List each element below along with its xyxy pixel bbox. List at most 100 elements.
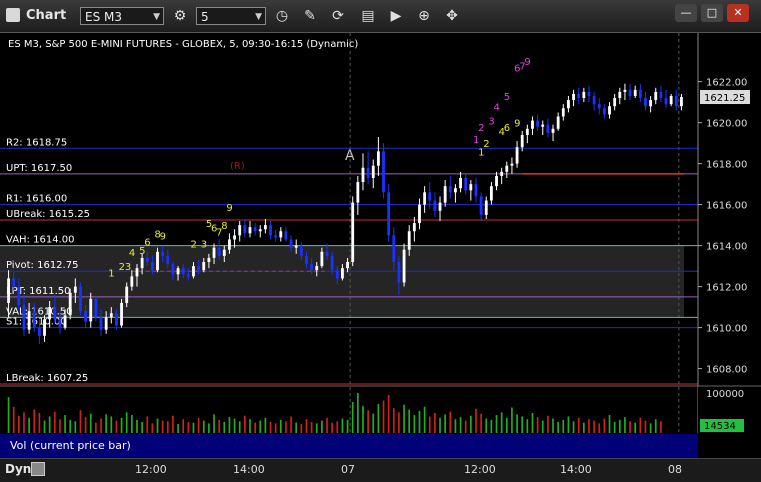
level-label-pivot: Pivot: 1612.75 (6, 260, 78, 271)
study-icon[interactable]: ▤ (358, 6, 378, 26)
y-tick-label: 1620.00 (706, 119, 747, 130)
y-tick-label: 1614.00 (706, 242, 747, 253)
candle-body (335, 270, 339, 279)
candle-body (202, 262, 206, 271)
annotation-r: (R) (230, 161, 245, 172)
candle-body (592, 95, 596, 105)
candle-body (674, 95, 678, 107)
tpo-marker: 3 (201, 240, 207, 251)
candle-body (428, 192, 432, 201)
candle-body (659, 91, 663, 99)
symbol-select[interactable]: ES M3 ▼ (80, 7, 164, 25)
candle-body (156, 251, 159, 271)
candle-body (228, 239, 231, 250)
candle-body (140, 257, 144, 269)
candle-body (84, 311, 88, 322)
candle-body (556, 116, 560, 129)
candle-body (130, 276, 134, 287)
candle-body (510, 163, 514, 166)
candle-body (464, 177, 468, 191)
gear-icon[interactable]: ⚙ (170, 6, 190, 26)
dyn-label: Dyn (5, 462, 32, 476)
candle-body (433, 200, 437, 211)
close-button[interactable]: ✕ (727, 4, 749, 22)
candle-body (27, 311, 31, 330)
candle-body (618, 91, 622, 99)
candle-body (73, 286, 77, 293)
candle-body (387, 192, 391, 236)
refresh-icon[interactable]: ⟳ (328, 6, 348, 26)
candle-body (269, 225, 272, 236)
arrange-icon[interactable]: ✥ (442, 6, 462, 26)
candle-body (58, 319, 62, 328)
candle-body (346, 262, 349, 269)
window-title: Chart (26, 8, 67, 23)
candle-body (623, 89, 627, 92)
level-label-upt: UPT: 1617.50 (6, 163, 72, 174)
candle-body (145, 257, 149, 263)
candle-body (392, 235, 396, 263)
candle-body (402, 249, 406, 283)
candle-body (515, 147, 519, 164)
candle-body (454, 188, 457, 193)
interval-select[interactable]: 5 ▼ (196, 7, 266, 25)
candle-body (664, 98, 668, 105)
candle-body (233, 235, 236, 240)
candle-body (649, 100, 653, 107)
level-label-s1: S1: 1610.00 (6, 317, 67, 328)
tpo-marker: 9 (524, 57, 530, 68)
candle-body (325, 251, 329, 256)
y-tick-label: 1616.00 (706, 201, 747, 212)
candle-body (32, 311, 36, 328)
candle-body (644, 98, 647, 107)
tpo-marker: 9 (160, 231, 166, 242)
volume-y-tick: 100000 (706, 389, 744, 400)
tpo-marker: 2 (483, 139, 489, 150)
chevron-down-icon: ▼ (153, 12, 160, 22)
tpo-marker: 6 (144, 238, 150, 249)
level-label-lbreak: LBreak: 1607.25 (6, 373, 88, 384)
candle-body (320, 251, 324, 267)
tpo-marker: 9 (514, 119, 520, 130)
play-icon[interactable]: ▶ (386, 6, 406, 26)
candle-body (587, 91, 591, 96)
candle-body (638, 89, 642, 99)
candle-body (289, 239, 293, 248)
candle-body (207, 257, 211, 263)
candle-body (12, 278, 16, 287)
candle-body (505, 165, 509, 172)
zoom-icon[interactable]: ⊕ (414, 6, 434, 26)
x-tick-label: 12:00 (135, 463, 167, 476)
y-tick-label: 1608.00 (706, 365, 747, 376)
candle-body (484, 200, 488, 215)
minimize-button[interactable]: — (675, 4, 697, 22)
candle-body (628, 89, 632, 96)
candle-body (248, 227, 252, 234)
dyn-toggle-button[interactable] (31, 462, 45, 476)
candle-body (217, 247, 221, 256)
chart-area: R2: 1618.75 UPT: 1617.50 R1: 1616.00 UBreak… (0, 33, 761, 458)
value-area-band (0, 245, 684, 318)
y-tick-label: 1610.00 (706, 324, 747, 335)
clock-icon[interactable]: ◷ (272, 6, 292, 26)
candle-body (125, 286, 129, 304)
candle-body (582, 91, 586, 99)
candle-body (536, 120, 540, 127)
candle-body (479, 196, 483, 215)
candle-body (546, 124, 550, 133)
candle-body (520, 134, 524, 148)
x-tick-label: 14:00 (560, 463, 592, 476)
candle-body (17, 286, 21, 306)
candle-body (7, 278, 10, 304)
candle-body (489, 186, 493, 201)
tpo-marker: 5 (504, 92, 510, 103)
candle-body (68, 292, 72, 316)
last-price-label: 1621.25 (704, 93, 745, 104)
maximize-button[interactable]: □ (701, 4, 723, 22)
tpo-marker: 1 (473, 135, 479, 146)
candle-body (500, 171, 504, 176)
pencil-icon[interactable]: ✎ (300, 6, 320, 26)
candle-body (356, 182, 360, 203)
candle-body (22, 305, 26, 330)
candle-body (243, 225, 247, 234)
